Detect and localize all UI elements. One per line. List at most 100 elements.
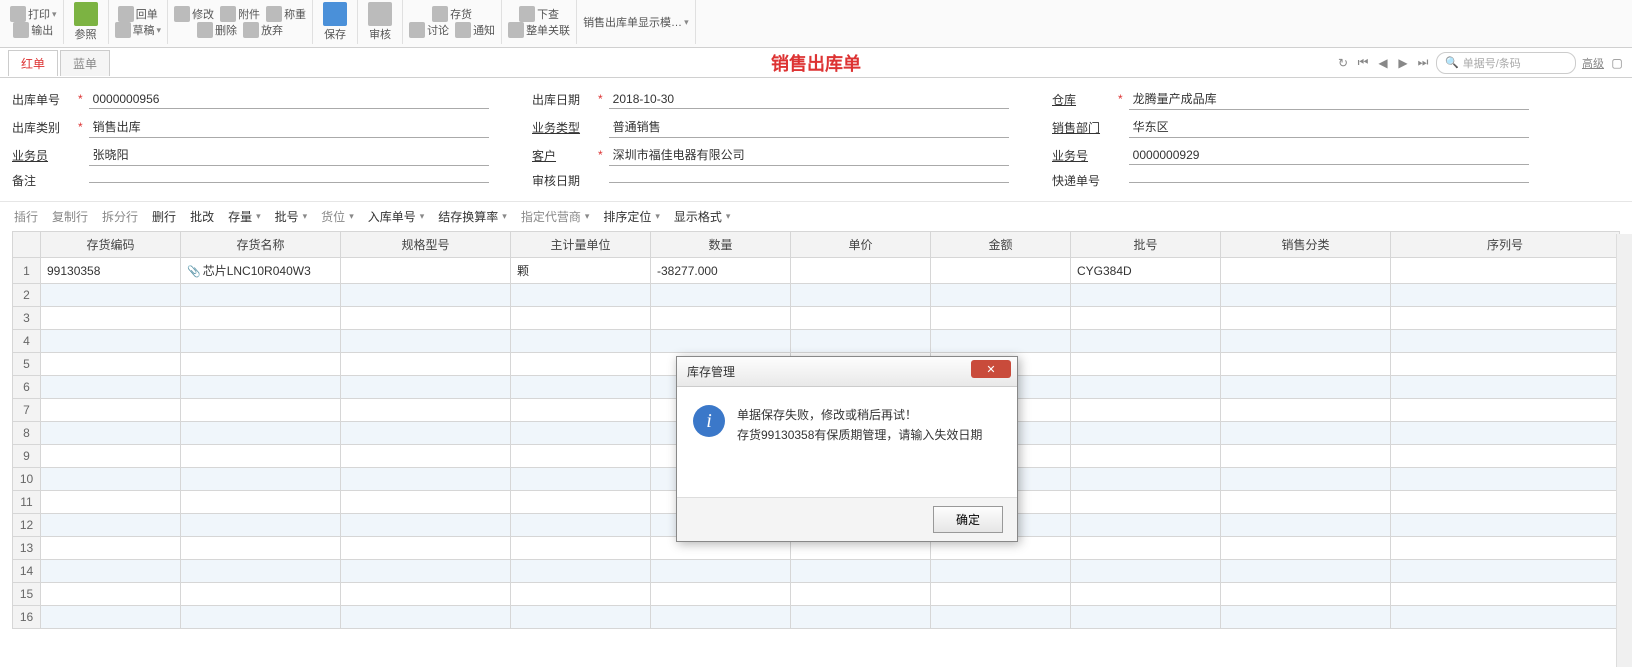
gt-agent[interactable]: 指定代营商 xyxy=(521,208,590,225)
cell-cat[interactable] xyxy=(1221,307,1391,330)
table-row[interactable]: 4 xyxy=(13,330,1620,353)
col-unit[interactable]: 主计量单位 xyxy=(511,232,651,258)
cell-lot[interactable] xyxy=(1071,445,1221,468)
cell-price[interactable] xyxy=(791,258,931,284)
cell-cat[interactable] xyxy=(1221,353,1391,376)
cell-name[interactable] xyxy=(181,445,341,468)
xiacha-button[interactable]: 下查 xyxy=(519,6,559,22)
cell-unit[interactable] xyxy=(511,468,651,491)
field-remark[interactable] xyxy=(89,178,489,183)
nav-last-icon[interactable]: ⏭ xyxy=(1416,56,1430,70)
cell-serial[interactable] xyxy=(1391,537,1620,560)
table-row[interactable]: 15 xyxy=(13,583,1620,606)
cell-code[interactable] xyxy=(41,468,181,491)
label-biz-type[interactable]: 业务类型 xyxy=(532,119,592,136)
cell-amount[interactable] xyxy=(931,606,1071,629)
cell-spec[interactable] xyxy=(341,514,511,537)
cell-spec[interactable] xyxy=(341,468,511,491)
cell-spec[interactable] xyxy=(341,560,511,583)
audit-button[interactable]: 审核 xyxy=(364,0,396,44)
cell-serial[interactable] xyxy=(1391,307,1620,330)
cell-amount[interactable] xyxy=(931,583,1071,606)
cell-spec[interactable] xyxy=(341,422,511,445)
cell-lot[interactable] xyxy=(1071,307,1221,330)
abandon-button[interactable]: 放弃 xyxy=(243,22,283,38)
cell-cat[interactable] xyxy=(1221,514,1391,537)
cell-spec[interactable] xyxy=(341,445,511,468)
cell-serial[interactable] xyxy=(1391,422,1620,445)
nav-next-icon[interactable]: ▶ xyxy=(1396,56,1410,70)
cell-cat[interactable] xyxy=(1221,258,1391,284)
gt-insert[interactable]: 插行 xyxy=(14,208,38,225)
cell-lot[interactable] xyxy=(1071,537,1221,560)
cell-code[interactable] xyxy=(41,537,181,560)
cell-code[interactable] xyxy=(41,606,181,629)
cell-name[interactable] xyxy=(181,583,341,606)
cell-code[interactable] xyxy=(41,514,181,537)
cell-unit[interactable] xyxy=(511,583,651,606)
notify-button[interactable]: 通知 xyxy=(455,22,495,38)
gt-inno[interactable]: 入库单号 xyxy=(368,208,425,225)
cell-name[interactable]: 📎芯片LNC10R040W3 xyxy=(181,258,341,284)
cell-amount[interactable] xyxy=(931,330,1071,353)
cell-serial[interactable] xyxy=(1391,330,1620,353)
cell-lot[interactable] xyxy=(1071,353,1221,376)
cell-unit[interactable] xyxy=(511,399,651,422)
col-code[interactable]: 存货编码 xyxy=(41,232,181,258)
tab-blue[interactable]: 蓝单 xyxy=(60,50,110,76)
label-dept[interactable]: 销售部门 xyxy=(1052,119,1112,136)
delete-button[interactable]: 删除 xyxy=(197,22,237,38)
field-person[interactable]: 张晓阳 xyxy=(89,144,489,166)
gt-copy[interactable]: 复制行 xyxy=(52,208,88,225)
cell-serial[interactable] xyxy=(1391,284,1620,307)
tab-red[interactable]: 红单 xyxy=(8,50,58,76)
cell-unit[interactable] xyxy=(511,491,651,514)
col-serial[interactable]: 序列号 xyxy=(1391,232,1620,258)
cell-price[interactable] xyxy=(791,284,931,307)
label-person[interactable]: 业务员 xyxy=(12,147,72,164)
cell-lot[interactable] xyxy=(1071,330,1221,353)
cell-qty[interactable] xyxy=(651,307,791,330)
cell-spec[interactable] xyxy=(341,606,511,629)
cell-serial[interactable] xyxy=(1391,445,1620,468)
col-rownum[interactable] xyxy=(13,232,41,258)
vertical-scrollbar[interactable] xyxy=(1616,234,1632,667)
cell-lot[interactable] xyxy=(1071,376,1221,399)
cell-code[interactable] xyxy=(41,422,181,445)
template-select[interactable]: 销售出库单显示模…▾ xyxy=(583,14,689,30)
cell-lot[interactable] xyxy=(1071,422,1221,445)
cell-price[interactable] xyxy=(791,307,931,330)
cell-cat[interactable] xyxy=(1221,330,1391,353)
field-out-date[interactable]: 2018-10-30 xyxy=(609,90,1009,109)
cell-code[interactable] xyxy=(41,491,181,514)
gt-sort[interactable]: 排序定位 xyxy=(603,208,660,225)
table-row[interactable]: 16 xyxy=(13,606,1620,629)
gt-batch-mod[interactable]: 批改 xyxy=(190,208,214,225)
cell-qty[interactable] xyxy=(651,330,791,353)
cell-code[interactable] xyxy=(41,445,181,468)
cell-price[interactable] xyxy=(791,330,931,353)
col-name[interactable]: 存货名称 xyxy=(181,232,341,258)
advanced-link[interactable]: 高级 xyxy=(1582,55,1604,71)
cell-unit[interactable] xyxy=(511,514,651,537)
cell-unit[interactable] xyxy=(511,537,651,560)
cell-cat[interactable] xyxy=(1221,399,1391,422)
cell-name[interactable] xyxy=(181,376,341,399)
cell-price[interactable] xyxy=(791,583,931,606)
cell-cat[interactable] xyxy=(1221,376,1391,399)
cell-lot[interactable] xyxy=(1071,399,1221,422)
gt-delete[interactable]: 删行 xyxy=(152,208,176,225)
attach-button[interactable]: 附件 xyxy=(220,6,260,22)
cell-spec[interactable] xyxy=(341,583,511,606)
cell-price[interactable] xyxy=(791,560,931,583)
cell-qty[interactable]: -38277.000 xyxy=(651,258,791,284)
gt-stock[interactable]: 存量 xyxy=(228,208,261,225)
cell-name[interactable] xyxy=(181,399,341,422)
cell-amount[interactable] xyxy=(931,307,1071,330)
col-amount[interactable]: 金额 xyxy=(931,232,1071,258)
cell-serial[interactable] xyxy=(1391,353,1620,376)
col-price[interactable]: 单价 xyxy=(791,232,931,258)
cell-amount[interactable] xyxy=(931,258,1071,284)
cell-unit[interactable] xyxy=(511,606,651,629)
gt-conv[interactable]: 结存换算率 xyxy=(438,208,507,225)
